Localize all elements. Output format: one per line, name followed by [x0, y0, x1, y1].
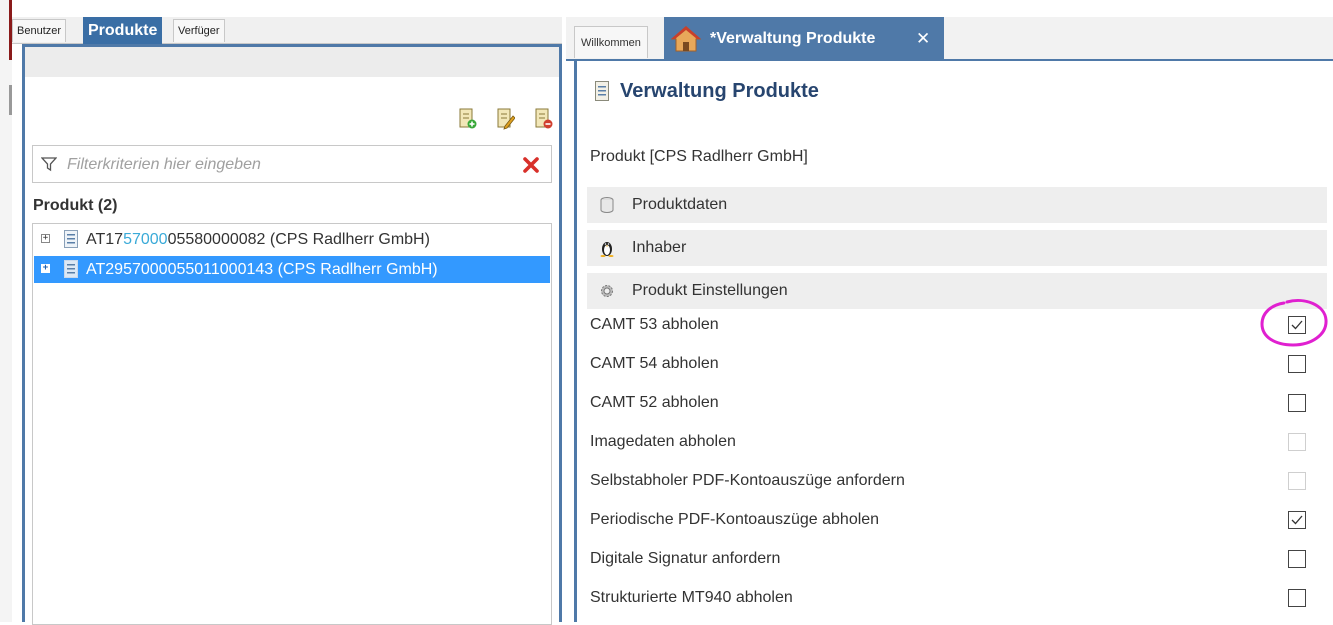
- setting-periodische-pdf: Periodische PDF-Kontoauszüge abholen: [590, 507, 1330, 533]
- add-product-icon[interactable]: [459, 108, 477, 130]
- setting-label: Strukturierte MT940 abholen: [590, 589, 793, 606]
- document-icon: [595, 81, 609, 101]
- tree-item[interactable]: + AT2957000055011000143 (CPS Radlherr Gm…: [34, 256, 550, 283]
- checkmark-icon: [1291, 515, 1303, 525]
- filter-field[interactable]: [32, 145, 552, 183]
- right-tab-strip: Willkommen *Verwaltung Produkte ✕: [566, 17, 1333, 61]
- product-tree: + AT175700005580000082 (CPS Radlherr Gmb…: [32, 223, 552, 625]
- tree-item-label: AT2957000055011000143 (CPS Radlherr GmbH…: [86, 261, 438, 278]
- database-icon: [600, 197, 614, 213]
- setting-checkbox: [1288, 472, 1306, 490]
- setting-label: Selbstabholer PDF-Kontoauszüge anfordern: [590, 472, 905, 489]
- section-label: Inhaber: [632, 239, 687, 256]
- delete-product-icon[interactable]: [535, 108, 553, 130]
- section-produktdaten[interactable]: Produktdaten: [587, 187, 1327, 223]
- setting-checkbox[interactable]: [1288, 589, 1306, 607]
- list-heading: Produkt (2): [33, 197, 118, 214]
- tab-produkte[interactable]: Produkte: [83, 17, 163, 44]
- setting-imagedaten: Imagedaten abholen: [590, 429, 1330, 455]
- setting-checkbox: [1288, 433, 1306, 451]
- setting-camt53: CAMT 53 abholen: [590, 312, 1330, 338]
- panel-header-band: [25, 47, 559, 77]
- setting-selbstabholer-pdf: Selbstabholer PDF-Kontoauszüge anfordern: [590, 468, 1330, 494]
- setting-checkbox[interactable]: [1288, 394, 1306, 412]
- setting-checkbox[interactable]: [1288, 316, 1306, 334]
- setting-checkbox[interactable]: [1288, 550, 1306, 568]
- close-tab-icon[interactable]: ✕: [916, 17, 930, 61]
- setting-camt54: CAMT 54 abholen: [590, 351, 1330, 377]
- setting-digitale-signatur: Digitale Signatur anfordern: [590, 546, 1330, 572]
- setting-label: Periodische PDF-Kontoauszüge abholen: [590, 511, 880, 528]
- filter-icon: [41, 157, 57, 172]
- tab-label: *Verwaltung Produkte: [710, 30, 876, 47]
- tree-item[interactable]: + AT175700005580000082 (CPS Radlherr Gmb…: [34, 226, 550, 253]
- setting-checkbox[interactable]: [1288, 355, 1306, 373]
- expand-toggle[interactable]: +: [41, 234, 50, 243]
- page-title-text: Verwaltung Produkte: [620, 80, 819, 102]
- section-produkt-einstellungen[interactable]: Produkt Einstellungen: [587, 273, 1327, 309]
- right-panel: Willkommen *Verwaltung Produkte ✕ Verwal…: [566, 17, 1333, 622]
- content-area: Verwaltung Produkte Produkt [CPS Radlher…: [574, 61, 1333, 622]
- left-tab-strip: Benutzer Produkte Verfüger: [12, 17, 562, 44]
- section-inhaber[interactable]: Inhaber: [587, 230, 1327, 266]
- setting-label: CAMT 53 abholen: [590, 316, 719, 333]
- setting-checkbox[interactable]: [1288, 511, 1306, 529]
- tree-item-label: AT175700005580000082 (CPS Radlherr GmbH): [86, 231, 430, 248]
- window-edge: [0, 0, 12, 622]
- tab-verfueger[interactable]: Verfüger: [173, 19, 225, 42]
- clear-filter-icon[interactable]: [521, 155, 541, 175]
- product-list-panel: Produkt (2) + AT175700005580000082 (CPS …: [22, 44, 562, 625]
- checkmark-icon: [1291, 320, 1303, 330]
- product-subtitle: Produkt [CPS Radlherr GmbH]: [590, 148, 808, 165]
- gear-icon: [601, 285, 613, 297]
- setting-label: Imagedaten abholen: [590, 433, 736, 450]
- left-panel: Benutzer Produkte Verfüger Filterkriteri…: [12, 17, 562, 625]
- filter-input[interactable]: [65, 152, 509, 178]
- section-label: Produkt Einstellungen: [632, 282, 788, 299]
- document-icon: [64, 230, 78, 248]
- tab-verwaltung-produkte[interactable]: *Verwaltung Produkte ✕: [664, 17, 944, 61]
- home-icon: [670, 26, 702, 52]
- expand-toggle[interactable]: +: [41, 264, 50, 273]
- tab-benutzer[interactable]: Benutzer: [12, 19, 67, 42]
- section-label: Produktdaten: [632, 196, 728, 213]
- setting-camt52: CAMT 52 abholen: [590, 390, 1330, 416]
- tab-willkommen[interactable]: Willkommen: [574, 26, 648, 58]
- edit-product-icon[interactable]: [497, 108, 515, 130]
- setting-label: CAMT 52 abholen: [590, 394, 719, 411]
- setting-mt940: Strukturierte MT940 abholen: [590, 585, 1330, 611]
- document-icon: [64, 260, 78, 278]
- setting-label: CAMT 54 abholen: [590, 355, 719, 372]
- owner-icon: [600, 242, 614, 257]
- setting-label: Digitale Signatur anfordern: [590, 550, 781, 567]
